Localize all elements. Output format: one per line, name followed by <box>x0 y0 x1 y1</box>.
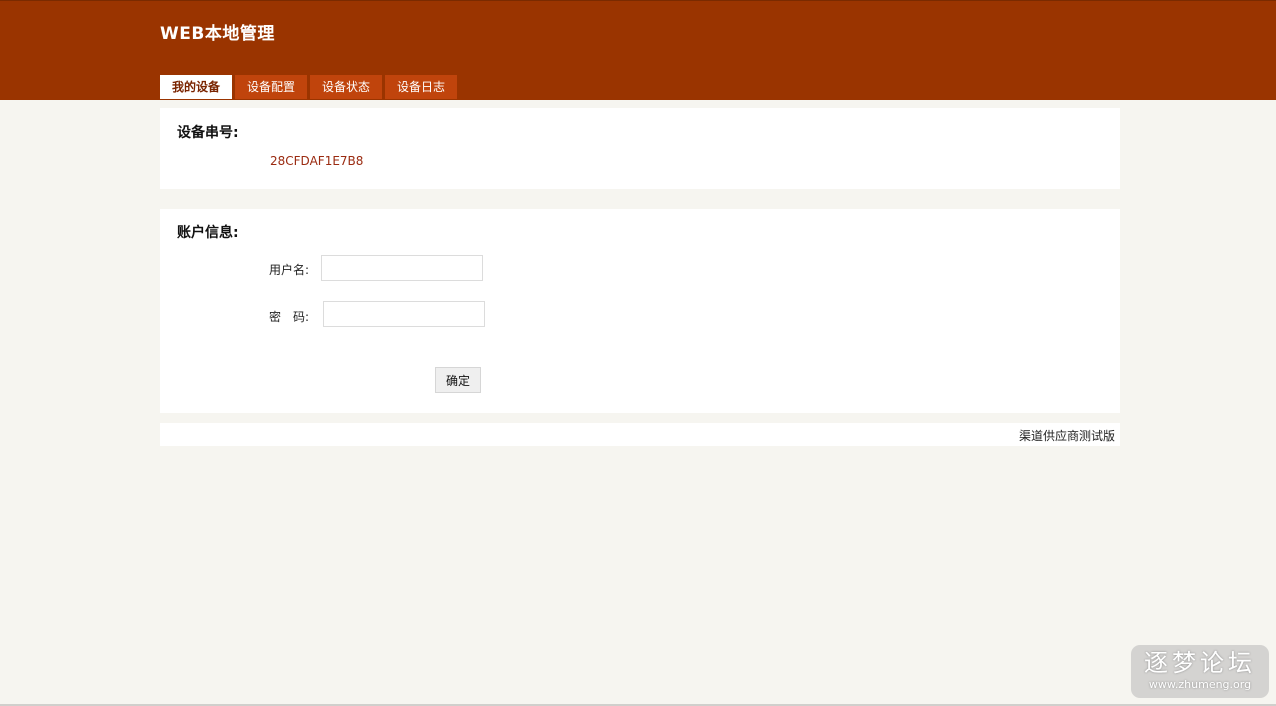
app-title: WEB本地管理 <box>160 24 275 44</box>
tab-my-device[interactable]: 我的设备 <box>160 75 233 99</box>
password-label: 密 码: <box>269 310 310 324</box>
account-section-title: 账户信息: <box>177 225 239 241</box>
account-panel: 账户信息: 用户名: 密 码: 确定 <box>160 209 1120 413</box>
serial-panel: 设备串号: 28CFDAF1E7B8 <box>160 108 1120 189</box>
nav-tabs: 我的设备 设备配置 设备状态 设备日志 <box>160 75 458 99</box>
tab-device-log[interactable]: 设备日志 <box>385 75 458 99</box>
serial-section-title: 设备串号: <box>177 125 239 141</box>
header-bar: WEB本地管理 我的设备 设备配置 设备状态 设备日志 <box>0 0 1276 100</box>
password-input[interactable] <box>323 301 485 327</box>
watermark-title: 逐梦论坛 <box>1144 649 1256 677</box>
confirm-button[interactable]: 确定 <box>435 367 481 393</box>
footer-version-text: 渠道供应商测试版 <box>1018 429 1115 443</box>
tab-device-status[interactable]: 设备状态 <box>310 75 383 99</box>
watermark-url: www.zhumeng.org <box>1148 678 1252 691</box>
footer-bar: 渠道供应商测试版 <box>160 423 1120 446</box>
username-label: 用户名: <box>269 263 310 277</box>
serial-number-value: 28CFDAF1E7B8 <box>270 154 364 168</box>
forum-watermark: 逐梦论坛 www.zhumeng.org <box>1131 645 1269 698</box>
tab-device-config[interactable]: 设备配置 <box>235 75 308 99</box>
username-input[interactable] <box>321 255 483 281</box>
